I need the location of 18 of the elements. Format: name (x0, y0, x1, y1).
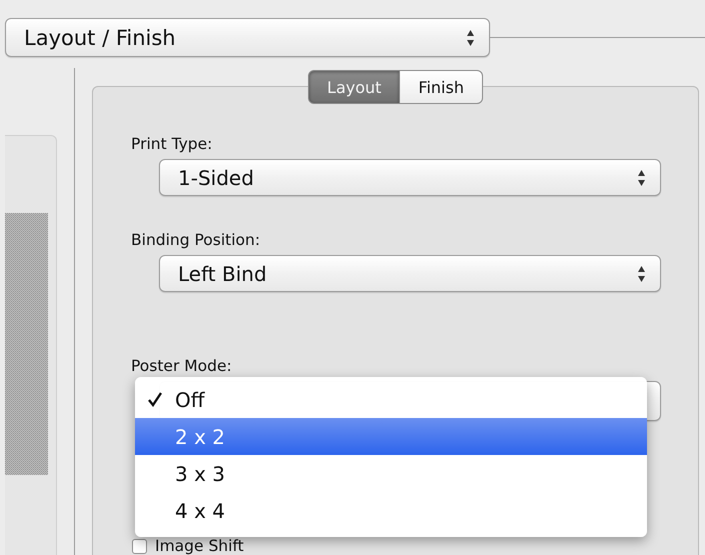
stepper-arrows-icon (637, 168, 646, 186)
print-options-popup[interactable]: Layout / Finish (5, 18, 490, 57)
menu-item[interactable]: 3 x 3 (135, 455, 647, 492)
field-label: Binding Position: (131, 231, 260, 249)
stepper-arrows-icon (466, 28, 475, 46)
menu-item[interactable]: Off (135, 381, 647, 418)
checkmark-icon (147, 390, 163, 406)
stepper-arrows-icon (637, 264, 646, 282)
checkbox[interactable] (132, 538, 147, 554)
tab[interactable]: Finish (400, 70, 483, 104)
popup-button[interactable]: Left Bind (159, 255, 661, 292)
menu-item[interactable]: 2 x 2 (135, 418, 647, 455)
popup-button[interactable]: 1-Sided (159, 159, 661, 196)
tab[interactable]: Layout (308, 70, 400, 104)
field-label: Print Type: (131, 135, 212, 153)
checkbox-label: Image Shift (155, 537, 244, 555)
field-label: Poster Mode: (131, 357, 232, 375)
menu-item[interactable]: 4 x 4 (135, 492, 647, 529)
